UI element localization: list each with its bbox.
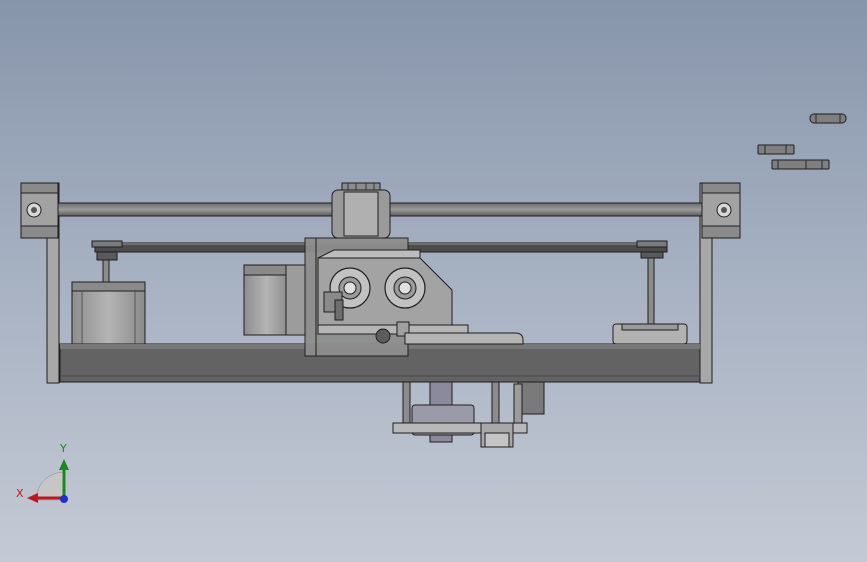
triad-y-arrow [59, 459, 69, 470]
loose-part-lower[interactable] [771, 159, 830, 170]
left-stepper-motor[interactable] [71, 281, 146, 345]
lower-motor[interactable] [513, 381, 545, 425]
graphics-viewport[interactable]: Y X [0, 0, 867, 562]
loose-part-upper[interactable] [809, 113, 847, 124]
right-idler-pulley[interactable] [636, 240, 668, 325]
rod-carriage[interactable] [331, 182, 391, 239]
right-rod-block[interactable] [701, 182, 741, 239]
extruder-gear-right[interactable] [384, 267, 426, 309]
triad-x-label: X [16, 487, 24, 500]
center-stepper-motor[interactable] [243, 264, 307, 336]
coordinate-triad[interactable] [27, 459, 69, 503]
triad-x-arrow [27, 493, 38, 503]
left-idler-pulley[interactable] [91, 240, 123, 283]
loose-part-middle[interactable] [757, 144, 795, 155]
extruder-arm[interactable] [404, 332, 524, 345]
right-bearing-block[interactable] [612, 323, 688, 345]
triad-z-dot [60, 495, 68, 503]
triad-y-label: Y [60, 442, 67, 455]
cad-assembly-scene[interactable] [0, 0, 867, 562]
left-rod-block[interactable] [20, 182, 59, 239]
